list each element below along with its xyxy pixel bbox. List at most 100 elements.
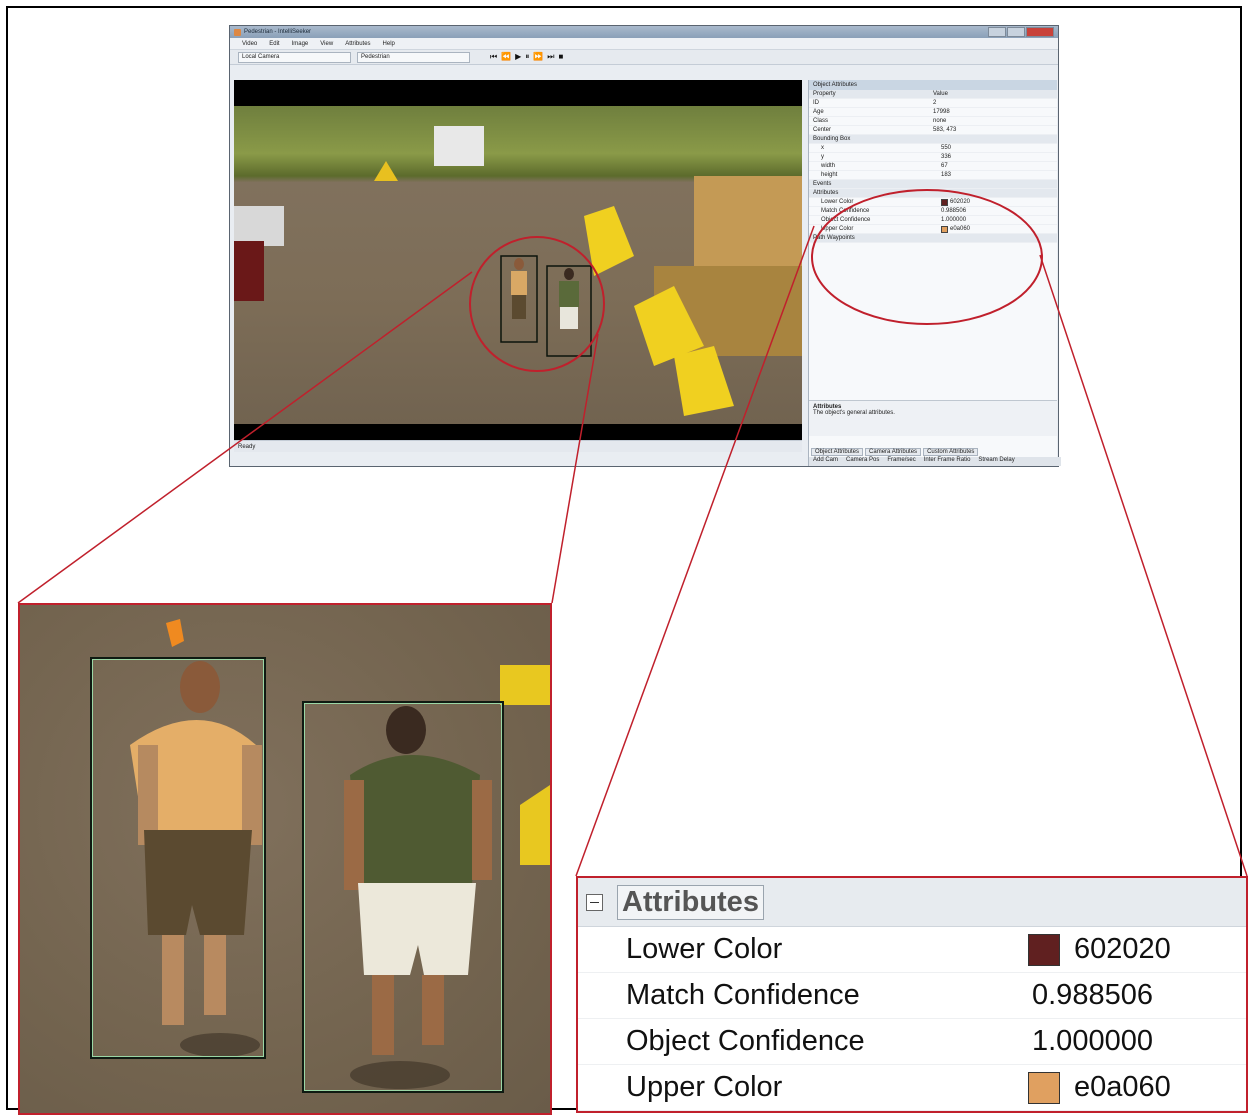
property-key: Lower Color — [821, 199, 854, 205]
group-label: Events — [813, 181, 832, 187]
menu-image[interactable]: Image — [292, 41, 309, 47]
property-value: 550 — [941, 145, 952, 151]
camera-select[interactable]: Local Camera — [238, 51, 351, 63]
status-bar: Ready — [234, 440, 802, 452]
menu-edit[interactable]: Edit — [269, 41, 279, 47]
property-key: ID — [813, 100, 819, 106]
trailer — [434, 126, 484, 166]
fast-forward-icon[interactable]: ⏩ — [533, 52, 543, 62]
status-item: Add Cam — [813, 457, 839, 463]
video-frame — [234, 106, 802, 424]
property-key: Upper Color — [821, 226, 854, 232]
property-row[interactable]: height 183 — [809, 171, 1057, 180]
attributes-title: Attributes — [617, 884, 764, 920]
attributes-group-header[interactable]: Attributes — [578, 878, 1246, 927]
property-description: Attributes The object's general attribut… — [809, 400, 1057, 436]
group-bounding-box[interactable]: Bounding Box — [809, 135, 1057, 144]
property-value: 583, 473 — [933, 127, 957, 133]
status-item: Stream Delay — [978, 457, 1015, 463]
menu-help[interactable]: Help — [383, 41, 395, 47]
property-value: 336 — [941, 154, 952, 160]
property-key: Class — [813, 118, 829, 124]
attribute-value: 1.000000 — [1032, 1025, 1153, 1057]
attribute-row[interactable]: Lower Color 602020 — [578, 927, 1246, 973]
property-row[interactable]: Lower Color 602020 — [809, 198, 1057, 207]
property-value: 183 — [941, 172, 952, 178]
tracked-person-box[interactable] — [90, 657, 266, 1059]
property-row[interactable]: Age 17998 — [809, 108, 1057, 117]
property-value: 2 — [933, 100, 937, 106]
toolbar: Local Camera Pedestrian ⏮ ⏪ ▶ ⏸ ⏩ ⏭ ■ — [230, 50, 1058, 65]
maximize-button[interactable] — [1007, 27, 1025, 37]
properties-header: Object Attributes — [809, 80, 1057, 90]
tracked-person-box[interactable] — [302, 701, 504, 1093]
property-value: 0.988506 — [941, 208, 967, 214]
attribute-row[interactable]: Upper Color e0a060 — [578, 1065, 1246, 1111]
rewind-icon[interactable]: ⏪ — [501, 52, 511, 62]
zoom-attributes: Attributes Lower Color 602020 Match Conf… — [576, 876, 1248, 1113]
color-hex: e0a060 — [950, 226, 971, 232]
property-row[interactable]: Center 583, 473 — [809, 126, 1057, 135]
color-hex: 602020 — [950, 199, 971, 205]
timeline-select[interactable]: Pedestrian — [357, 51, 470, 63]
property-key: Center — [813, 127, 832, 133]
title-bar: Pedestrian - IntelliSeeker — [230, 26, 1058, 38]
minimize-button[interactable] — [988, 27, 1006, 37]
property-row[interactable]: ID 2 — [809, 99, 1057, 108]
tab-camera-attributes[interactable]: Camera Attributes — [865, 448, 922, 456]
attribute-row[interactable]: Match Confidence 0.988506 — [578, 973, 1246, 1019]
group-label: Attributes — [813, 190, 839, 196]
play-icon[interactable]: ▶ — [515, 52, 521, 62]
status-item: Camera Pos — [846, 457, 880, 463]
group-attributes[interactable]: Attributes — [809, 189, 1057, 198]
color-swatch — [1028, 1071, 1060, 1104]
parked-car — [234, 206, 284, 246]
attribute-label: Object Confidence — [626, 1025, 865, 1057]
camera-select-value: Local Camera — [242, 54, 280, 60]
sawhorse — [674, 346, 734, 416]
menu-attributes[interactable]: Attributes — [345, 41, 370, 47]
property-row[interactable]: Match Confidence 0.988506 — [809, 207, 1057, 216]
stop-icon[interactable]: ■ — [559, 52, 564, 62]
zoom-pedestrians — [18, 603, 552, 1115]
property-row[interactable]: Class none — [809, 117, 1057, 126]
video-view[interactable]: Ready — [234, 80, 802, 452]
skip-start-icon[interactable]: ⏮ — [490, 52, 497, 62]
group-label: Bounding Box — [813, 136, 851, 142]
sawhorse — [500, 665, 550, 705]
window-title: Pedestrian - IntelliSeeker — [244, 29, 312, 35]
group-path-waypoints[interactable]: Path Waypoints — [809, 234, 1057, 243]
attribute-row[interactable]: Object Confidence 1.000000 — [578, 1019, 1246, 1065]
property-value: 602020 — [941, 198, 1057, 206]
properties-panel: Object Attributes Property Value ID 2 Age… — [808, 80, 1061, 466]
property-value: 17998 — [933, 109, 950, 115]
tab-object-attributes[interactable]: Object Attributes — [811, 448, 864, 456]
property-value: e0a060 — [941, 225, 1057, 233]
tab-custom-attributes[interactable]: Custom Attributes — [923, 448, 979, 456]
window-controls — [988, 27, 1054, 37]
property-row[interactable]: y 336 — [809, 153, 1057, 162]
property-key: Object Confidence — [821, 217, 871, 223]
attribute-label: Lower Color — [626, 933, 783, 965]
group-events[interactable]: Events — [809, 180, 1057, 189]
menu-video[interactable]: Video — [242, 41, 257, 47]
color-swatch — [941, 225, 948, 233]
properties-status: Add Cam Camera Pos Frame/sec Inter Frame… — [809, 457, 1061, 466]
pause-icon[interactable]: ⏸ — [525, 52, 529, 62]
parked-car-red — [234, 241, 264, 301]
close-button[interactable] — [1026, 27, 1054, 37]
collapse-icon[interactable] — [586, 893, 603, 911]
orange-marker — [166, 619, 184, 647]
property-row[interactable]: x 550 — [809, 144, 1057, 153]
property-key: Match Confidence — [821, 208, 870, 214]
timeline-select-value: Pedestrian — [361, 54, 390, 60]
attribute-value: 602020 — [1028, 933, 1171, 966]
property-row[interactable]: Upper Color e0a060 — [809, 225, 1057, 234]
property-row[interactable]: width 67 — [809, 162, 1057, 171]
property-row[interactable]: Object Confidence 1.000000 — [809, 216, 1057, 225]
property-key: height — [821, 172, 838, 178]
menu-view[interactable]: View — [320, 41, 333, 47]
skip-end-icon[interactable]: ⏭ — [547, 52, 554, 62]
group-label: Path Waypoints — [813, 235, 855, 241]
attribute-label: Upper Color — [626, 1071, 783, 1103]
